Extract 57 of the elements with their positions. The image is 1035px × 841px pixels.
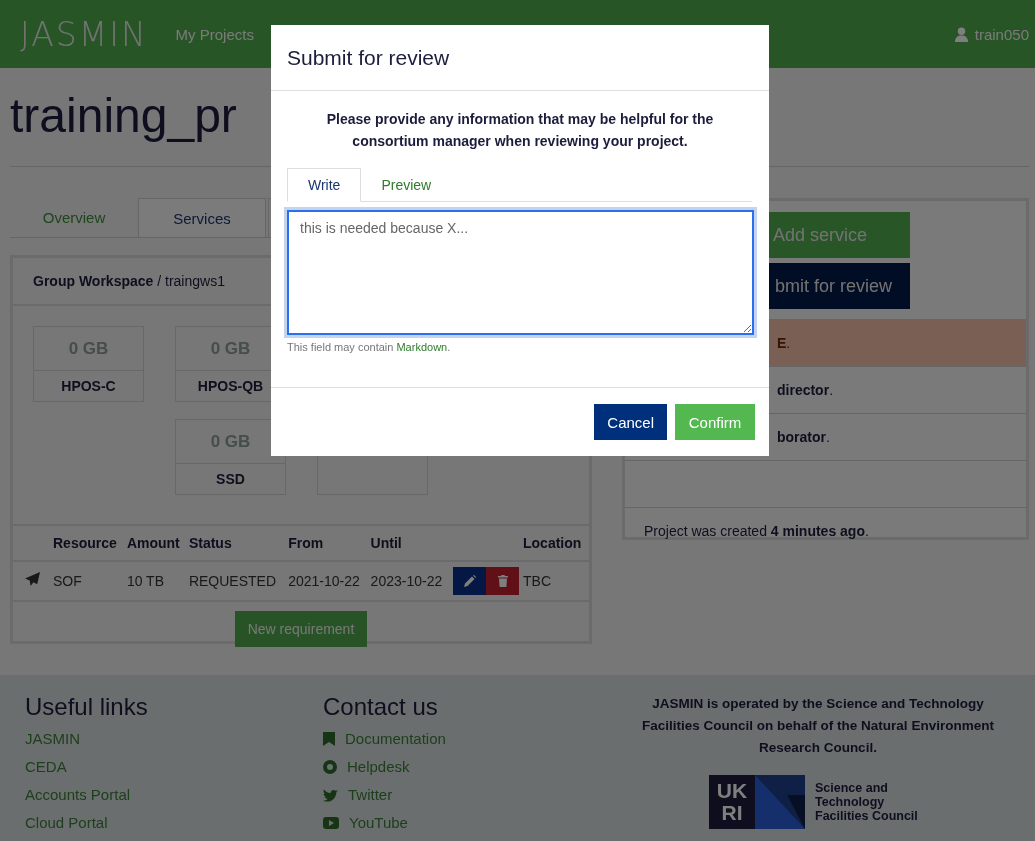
- info-text: E.: [777, 335, 791, 351]
- column-header: Resource: [51, 525, 125, 561]
- tab[interactable]: Overview: [10, 198, 138, 237]
- footer-link[interactable]: Twitter: [348, 781, 393, 809]
- user-icon: [954, 26, 968, 42]
- storage-label: HPOS-QB: [196, 377, 265, 396]
- delete-button[interactable]: [486, 567, 519, 595]
- play-icon: [323, 817, 339, 829]
- ukri-logo: UK RI: [709, 775, 805, 829]
- nav-link[interactable]: My Projects: [175, 25, 254, 43]
- prompt-text: Please provide any information that may be helpful for the consortium manager when reviewing your project.: [325, 110, 715, 151]
- hint-text: .: [447, 341, 451, 353]
- column-header: Until: [368, 525, 451, 561]
- edit-button[interactable]: [453, 567, 486, 595]
- footer-link[interactable]: CEDA: [25, 753, 323, 781]
- logo[interactable]: JASMIN: [20, 14, 148, 54]
- table-cell: 2023-10-22: [368, 561, 451, 601]
- info-text: borator.: [777, 429, 830, 445]
- pencil-icon: [463, 575, 476, 587]
- user-name[interactable]: train050: [974, 25, 1029, 43]
- column-header: Location: [521, 525, 589, 561]
- footer-link[interactable]: YouTube: [349, 809, 408, 837]
- dialog-button[interactable]: Confirm: [675, 404, 755, 440]
- operator-text: JASMIN is operated by the Science and Technology Facilities Council on behalf of the Natural Environment Research Council.: [641, 695, 995, 757]
- table-cell: 2021-10-22: [286, 561, 369, 601]
- table-cell: 10 TB: [124, 561, 187, 601]
- trash-icon: [497, 575, 508, 587]
- paper-plane-icon: [24, 572, 40, 587]
- info-text: Project was created 4 minutes ago.: [644, 523, 869, 539]
- editor-tab[interactable]: Write: [287, 168, 362, 202]
- table-cell: REQUESTED: [186, 561, 287, 601]
- footer-heading: Contact us: [323, 693, 439, 721]
- table-cell: TBC: [521, 561, 589, 601]
- bird-icon: [323, 788, 338, 802]
- tab[interactable]: Services: [138, 198, 266, 237]
- lifebuoy-icon: [323, 760, 337, 774]
- info-text: director.: [777, 382, 833, 398]
- column-header: Amount: [124, 525, 187, 561]
- text-area[interactable]: this is needed because X...: [287, 210, 754, 335]
- footer-link[interactable]: Helpdesk: [347, 753, 410, 781]
- storage-label: HPOS-C: [60, 377, 117, 396]
- table-cell: SOF: [51, 561, 125, 601]
- modal-title: Submit for review: [287, 45, 450, 70]
- bookmark-icon: [323, 732, 335, 746]
- footer-link[interactable]: Documentation: [345, 725, 446, 753]
- column-header: From: [286, 525, 369, 561]
- logo-caption: Science and Technology Facilities Council: [815, 781, 919, 823]
- editor-tab[interactable]: Preview: [361, 168, 452, 201]
- footer-link[interactable]: Cloud Portal: [25, 809, 323, 837]
- footer-link[interactable]: JASMIN: [25, 725, 323, 753]
- hint-text: This field may contain: [287, 341, 394, 353]
- dialog-button[interactable]: Cancel: [594, 404, 667, 440]
- column-header: Status: [186, 525, 287, 561]
- storage-label: SSD: [215, 470, 246, 489]
- footer-link[interactable]: Accounts Portal: [25, 781, 323, 809]
- new-requirement-button[interactable]: New requirement: [234, 611, 368, 647]
- footer-heading: Useful links: [25, 693, 149, 721]
